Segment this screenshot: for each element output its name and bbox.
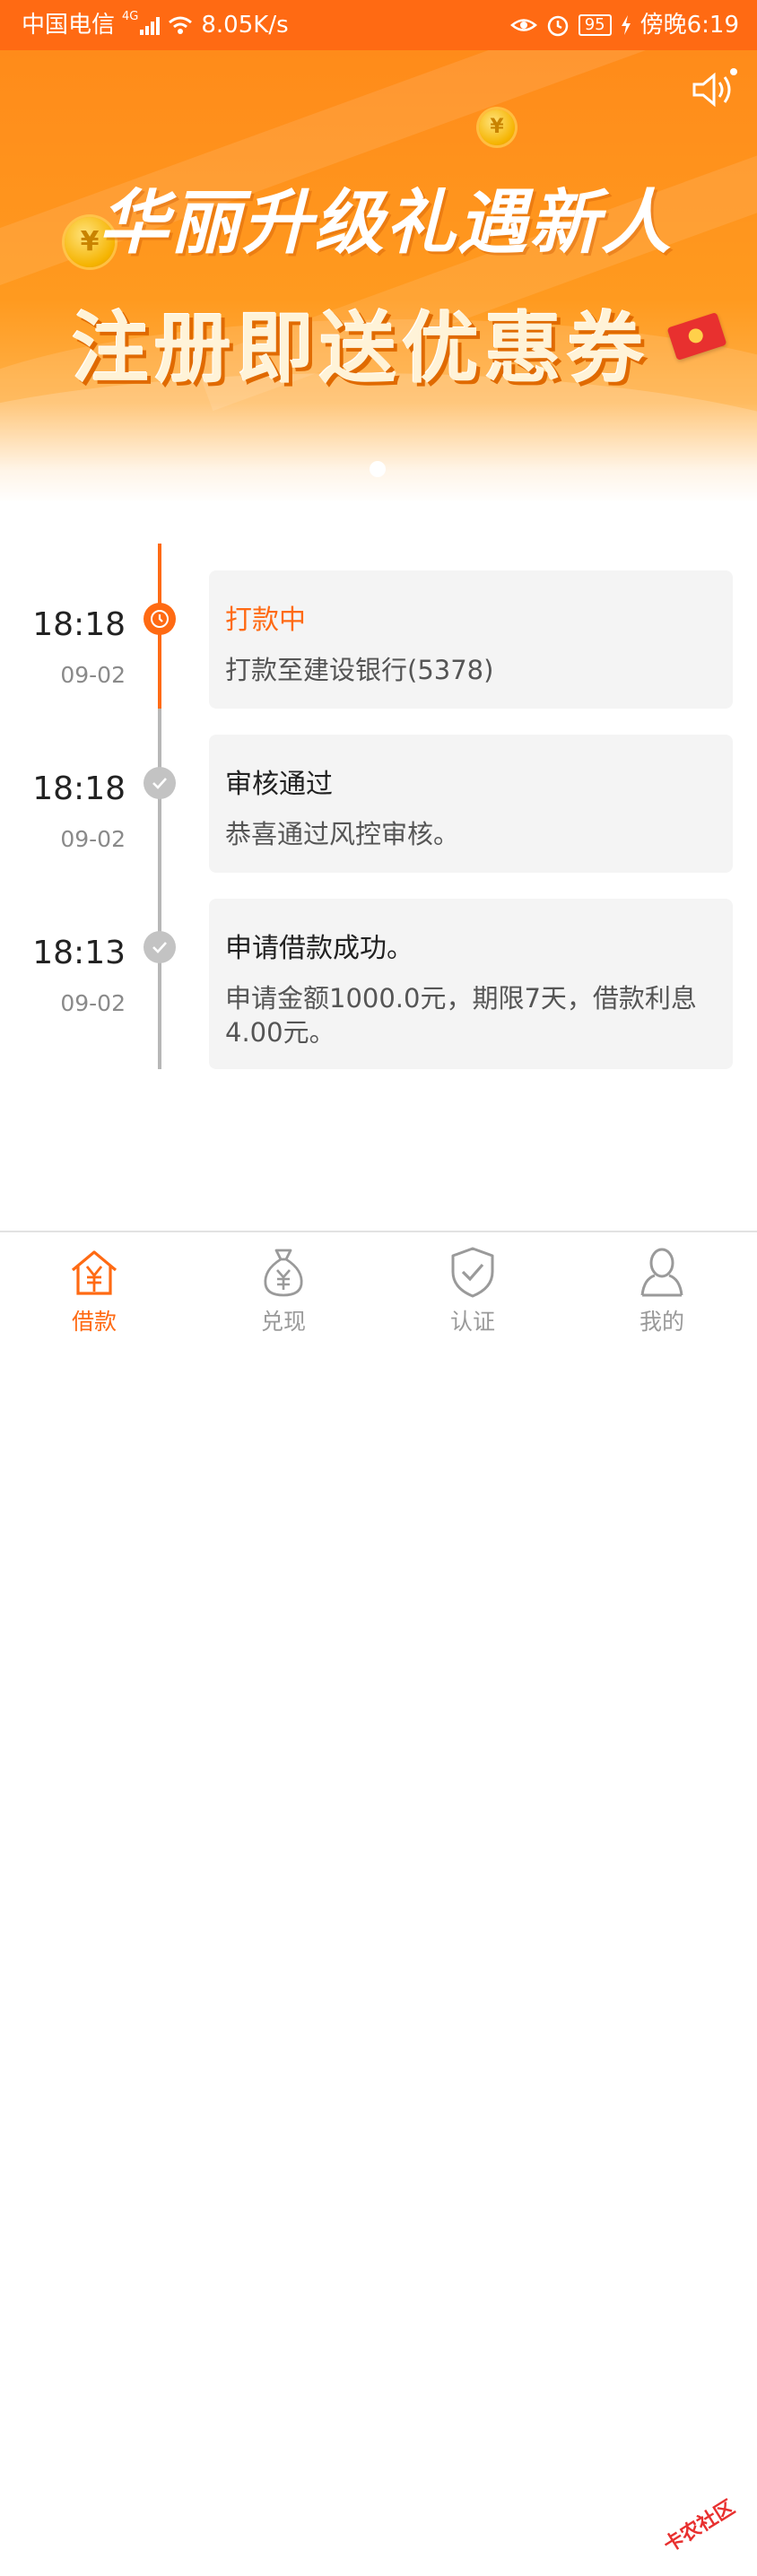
banner-headline-top: 华丽升级礼遇新人 <box>99 182 674 264</box>
watermark-logo: 卡农社区 <box>659 2496 739 2558</box>
signal-icon <box>140 15 161 35</box>
status-card: 申请借款成功。 申请金额1000.0元，期限7天，借款利息4.00元。 <box>209 899 733 1069</box>
entry-date: 09-02 <box>60 826 126 852</box>
entry-date: 09-02 <box>60 990 126 1016</box>
promo-banner[interactable]: ¥ ¥ 华丽升级礼遇新人 注册即送优惠券 <box>0 50 757 502</box>
carousel-indicator[interactable] <box>370 461 386 477</box>
battery-indicator: 95 <box>578 14 612 36</box>
eye-icon <box>509 19 537 31</box>
clock-time: 傍晚6:19 <box>640 12 739 39</box>
entry-time: 18:18 <box>32 606 126 643</box>
card-title: 审核通过 <box>225 769 333 800</box>
status-card: 打款中 打款至建设银行(5378) <box>209 570 733 709</box>
entry-time: 18:18 <box>32 770 126 807</box>
charging-icon <box>621 15 631 35</box>
card-description: 打款至建设银行(5378) <box>225 655 494 685</box>
card-description: 恭喜通过风控审核。 <box>225 819 460 849</box>
wifi-icon <box>169 16 193 34</box>
nav-label: 认证 <box>449 1309 495 1335</box>
nav-label: 借款 <box>71 1309 117 1335</box>
nav-label: 兑现 <box>260 1309 306 1335</box>
banner-headline-main: 注册即送优惠券 <box>72 304 649 394</box>
nav-item-profile[interactable]: 我的 <box>590 1232 734 1347</box>
money-bag-icon <box>264 1249 303 1297</box>
nav-item-loan[interactable]: 借款 <box>22 1232 166 1347</box>
status-right: 95 傍晚6:19 <box>509 0 739 50</box>
carrier-name: 中国电信 <box>22 12 116 39</box>
status-left: 中国电信 4G 8.05K/s <box>22 0 289 50</box>
entry-time: 18:13 <box>32 935 126 971</box>
coin-icon: ¥ <box>479 109 515 145</box>
shield-check-icon <box>451 1247 494 1298</box>
bottom-navigation: 借款 兑现 认证 我的 卡农社区 <box>0 1231 757 2557</box>
check-icon <box>144 767 176 799</box>
timeline-line <box>158 709 161 1069</box>
clock-icon <box>144 603 176 635</box>
nav-item-cashout[interactable]: 兑现 <box>212 1232 355 1347</box>
house-yen-icon <box>71 1250 117 1295</box>
card-title: 打款中 <box>225 605 306 636</box>
entry-date: 09-02 <box>60 662 126 688</box>
user-icon <box>640 1248 683 1297</box>
loan-status-timeline: 18:18 09-02 打款中 打款至建设银行(5378) 18:18 09-0… <box>0 538 757 1076</box>
card-title: 申请借款成功。 <box>225 933 413 964</box>
status-bar: 中国电信 4G 8.05K/s 95 傍晚6:19 <box>0 0 757 50</box>
network-speed: 8.05K/s <box>201 12 289 39</box>
sound-icon[interactable] <box>689 68 739 111</box>
nav-item-verify[interactable]: 认证 <box>401 1232 544 1347</box>
nav-label: 我的 <box>639 1309 684 1335</box>
network-type: 4G <box>122 10 139 23</box>
status-card: 审核通过 恭喜通过风控审核。 <box>209 735 733 873</box>
card-description: 申请金额1000.0元，期限7天，借款利息4.00元。 <box>225 983 697 1048</box>
alarm-icon <box>547 15 568 37</box>
check-icon <box>144 931 176 963</box>
